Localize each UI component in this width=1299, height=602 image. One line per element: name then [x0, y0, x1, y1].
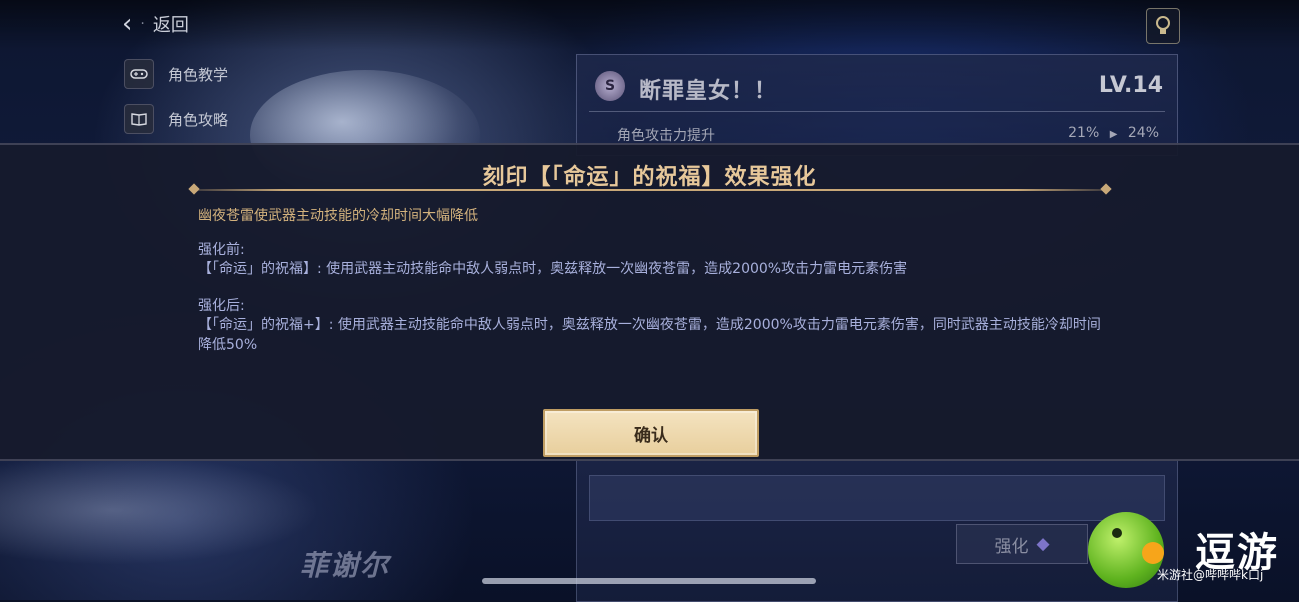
- chevron-left-icon: ‹: [122, 9, 133, 39]
- skill-row: [589, 475, 1165, 521]
- character-name: 菲谢尔: [300, 549, 391, 582]
- watermark-logo-icon: [1088, 512, 1164, 588]
- after-label: 强化后:: [198, 298, 245, 314]
- enhance-label: 强化: [994, 536, 1029, 557]
- divider: [589, 111, 1165, 112]
- after-text: 【「命运」的祝福+】: 使用武器主动技能命中敌人弱点时，奥兹释放一次幽夜苍雷，造…: [198, 317, 1101, 353]
- sidebar-item-label: 角色教学: [168, 65, 229, 84]
- before-label: 强化前:: [198, 242, 245, 258]
- enhance-button[interactable]: 强化 ◆: [956, 524, 1088, 564]
- arrow-right-icon: ▶: [1109, 129, 1118, 140]
- title-divider: [192, 189, 1108, 191]
- back-button[interactable]: ‹ · 返回: [122, 10, 189, 38]
- lightbulb-icon: [1156, 16, 1170, 34]
- enhancement-dialog: 刻印【「命运」的祝福】效果强化 幽夜苍雷使武器主动技能的冷却时间大幅降低 强化前…: [0, 143, 1299, 461]
- before-text: 【「命运」的祝福】: 使用武器主动技能命中敌人弱点时，奥兹释放一次幽夜苍雷，造成…: [198, 261, 908, 277]
- stat-values: 21% ▶ 24%: [1068, 125, 1159, 141]
- back-label: 返回: [152, 15, 189, 36]
- level-label: LV.14: [1098, 73, 1163, 98]
- stat-from: 21%: [1068, 125, 1100, 141]
- home-indicator[interactable]: [482, 578, 816, 584]
- sidebar-item-character-tutorial[interactable]: 角色教学: [124, 59, 228, 89]
- stat-to: 24%: [1127, 125, 1159, 141]
- stigmata-title: 断罪皇女！！: [639, 79, 778, 104]
- stigmata-panel: S 断罪皇女！！ LV.14 角色攻击力提升 21% ▶ 24%: [576, 54, 1178, 156]
- character-figure: [0, 455, 320, 565]
- crystal-icon: ◆: [1036, 534, 1050, 554]
- rank-badge-icon: S: [595, 71, 625, 101]
- top-bar: [0, 0, 1299, 50]
- stat-label: 角色攻击力提升: [617, 128, 715, 144]
- separator-dot: ·: [140, 16, 145, 32]
- gamepad-icon: [124, 59, 154, 89]
- watermark-subtext: 米游社@哔哔哔k口j: [1157, 568, 1264, 582]
- sidebar-item-label: 角色攻略: [168, 110, 229, 129]
- logo-eye: [1112, 528, 1122, 538]
- book-icon: [124, 104, 154, 134]
- logo-dot: [1142, 542, 1164, 564]
- hint-button[interactable]: [1146, 8, 1180, 44]
- dialog-description: 幽夜苍雷使武器主动技能的冷却时间大幅降低: [198, 208, 478, 224]
- confirm-button[interactable]: 确认: [543, 409, 759, 457]
- sidebar-item-character-guide[interactable]: 角色攻略: [124, 104, 228, 134]
